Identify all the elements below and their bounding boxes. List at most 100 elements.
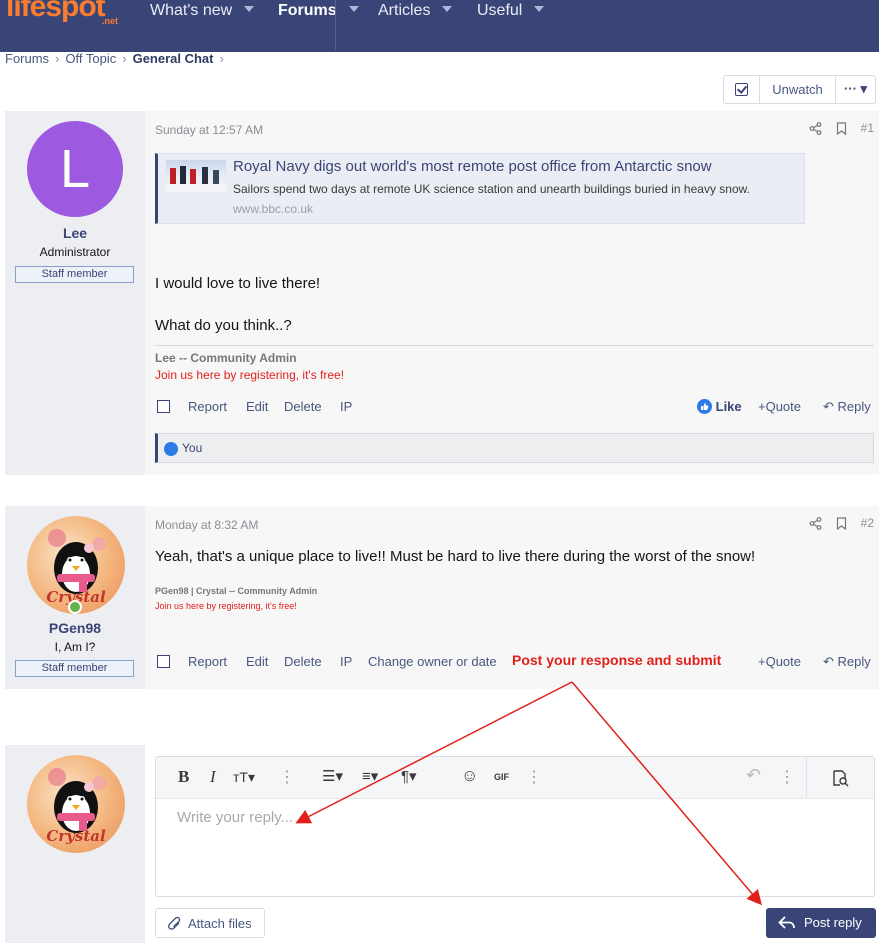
user-title: Administrator	[39, 245, 111, 259]
align-icon[interactable]: ≡▾	[362, 767, 378, 785]
breadcrumb-off-topic[interactable]: Off Topic	[65, 51, 116, 66]
breadcrumb-forums[interactable]: Forums	[5, 51, 49, 66]
link-preview-title[interactable]: Royal Navy digs out world's most remote …	[233, 158, 712, 175]
post-header-icons: #1	[809, 121, 874, 135]
quote-label: Quote	[765, 654, 802, 669]
chevron-down-icon[interactable]	[348, 5, 359, 12]
edit-link[interactable]: Edit	[246, 654, 268, 669]
bold-icon[interactable]: B	[178, 767, 189, 787]
checkbox-checked-icon	[735, 83, 748, 96]
signature-link[interactable]: Join us here by registering, it's free!	[155, 601, 297, 611]
edit-link[interactable]: Edit	[246, 399, 268, 414]
reply-user-panel: Crystal	[5, 745, 145, 943]
post-header-icons: #2	[809, 516, 874, 530]
undo-icon[interactable]: ↶	[746, 765, 761, 786]
delete-link[interactable]: Delete	[284, 399, 322, 414]
nav-tab-useful[interactable]: Useful	[477, 0, 545, 24]
like-icon	[697, 399, 712, 414]
reactions-bar[interactable]: You	[155, 433, 874, 463]
select-post-checkbox[interactable]	[157, 400, 170, 413]
post-reply-button[interactable]: Post reply	[766, 908, 876, 938]
delete-link[interactable]: Delete	[284, 654, 322, 669]
post-body-line: I would love to live there!	[155, 275, 321, 292]
toolbar-divider	[806, 757, 807, 798]
post-content: Sunday at 12:57 AM #1 Royal Navy digs ou…	[145, 111, 879, 475]
gif-icon[interactable]: GIF	[494, 772, 509, 782]
post-user-panel: Crystal PGen98 I, Am I? Staff member	[5, 506, 145, 689]
quote-button[interactable]: +Quote	[758, 654, 801, 669]
avatar[interactable]: Crystal	[27, 755, 125, 853]
report-link[interactable]: Report	[188, 399, 227, 414]
share-icon[interactable]	[809, 516, 822, 530]
username[interactable]: PGen98	[5, 620, 145, 636]
quote-button[interactable]: +Quote	[758, 399, 801, 414]
signature-divider	[155, 345, 874, 346]
nav-tab-label: Useful	[477, 2, 523, 19]
more-vertical-icon[interactable]: ⋮	[279, 767, 295, 787]
breadcrumb-general-chat[interactable]: General Chat	[133, 51, 214, 66]
nav-tab-label: Articles	[378, 2, 431, 19]
user-title: I, Am I?	[54, 640, 96, 654]
paperclip-icon	[168, 916, 181, 930]
attach-files-button[interactable]: Attach files	[155, 908, 265, 938]
reaction-users[interactable]: You	[182, 441, 202, 455]
text-size-icon[interactable]: тT▾	[233, 769, 255, 786]
more-vertical-icon[interactable]: ⋮	[779, 767, 795, 787]
nav-tab-whats-new[interactable]: What's new	[150, 0, 255, 24]
reply-editor[interactable]: B I тT▾ ⋮ ☰▾ ≡▾ ¶▾ ☺ GIF ⋮ ↶ ⋮ Write you…	[155, 756, 875, 897]
post-number[interactable]: #2	[861, 516, 874, 530]
signature-link[interactable]: Join us here by registering, it's free!	[155, 368, 344, 382]
post-number[interactable]: #1	[861, 121, 874, 135]
unwatch-button[interactable]: Unwatch	[760, 76, 836, 103]
reply-label: Reply	[837, 654, 871, 669]
reply-label: Reply	[837, 399, 871, 414]
nav-tab-articles[interactable]: Articles	[378, 0, 453, 24]
link-preview-thumbnail	[166, 160, 226, 192]
preview-icon[interactable]	[831, 769, 849, 787]
more-vertical-icon[interactable]: ⋮	[526, 767, 542, 787]
bookmark-icon[interactable]	[836, 121, 847, 135]
post-date[interactable]: Monday at 8:32 AM	[155, 518, 258, 532]
link-preview-description: Sailors spend two days at remote UK scie…	[233, 182, 750, 196]
post-2: Crystal PGen98 I, Am I? Staff member Mon…	[5, 506, 879, 689]
quote-label: Quote	[765, 399, 802, 414]
staff-badge: Staff member	[15, 660, 134, 677]
site-logo[interactable]: lifespot	[6, 0, 106, 24]
post-body-line: What do you think..?	[155, 317, 292, 334]
chevron-right-icon: ›	[122, 51, 127, 66]
post-date[interactable]: Sunday at 12:57 AM	[155, 123, 263, 137]
select-thread-checkbox[interactable]	[724, 76, 760, 103]
penguin-avatar-image: Crystal	[46, 768, 106, 845]
ip-link[interactable]: IP	[340, 399, 352, 414]
signature-name: Lee -- Community Admin	[155, 351, 297, 365]
like-reaction-icon	[164, 442, 178, 456]
reply-button[interactable]: ↶ Reply	[823, 654, 871, 670]
chevron-down-icon[interactable]	[244, 5, 255, 12]
paragraph-icon[interactable]: ¶▾	[401, 767, 417, 785]
username[interactable]: Lee	[5, 225, 145, 241]
avatar[interactable]: L	[27, 121, 123, 217]
reply-icon	[778, 916, 795, 929]
like-button[interactable]: Like	[697, 399, 742, 414]
instruction-annotation: Post your response and submit	[512, 652, 722, 668]
list-icon[interactable]: ☰▾	[322, 767, 343, 785]
editor-toolbar: B I тT▾ ⋮ ☰▾ ≡▾ ¶▾ ☺ GIF ⋮ ↶ ⋮	[156, 757, 874, 799]
link-preview[interactable]: Royal Navy digs out world's most remote …	[155, 153, 805, 224]
reply-placeholder[interactable]: Write your reply...	[177, 809, 293, 826]
change-owner-link[interactable]: Change owner or date	[368, 654, 497, 669]
nav-tab-forums[interactable]: Forums	[278, 0, 359, 24]
chevron-down-icon[interactable]	[534, 5, 545, 12]
post-reply-label: Post reply	[804, 915, 862, 930]
emoji-icon[interactable]: ☺	[461, 766, 478, 786]
bookmark-icon[interactable]	[836, 516, 847, 530]
report-link[interactable]: Report	[188, 654, 227, 669]
chevron-down-icon[interactable]	[442, 5, 453, 12]
nav-tab-label: Forums	[278, 2, 337, 19]
reply-button[interactable]: ↶ Reply	[823, 399, 871, 415]
ip-link[interactable]: IP	[340, 654, 352, 669]
reply-arrow-icon: ↶	[823, 654, 834, 669]
share-icon[interactable]	[809, 121, 822, 135]
italic-icon[interactable]: I	[210, 767, 216, 787]
more-options-button[interactable]: ··· ▾	[836, 76, 875, 103]
select-post-checkbox[interactable]	[157, 655, 170, 668]
